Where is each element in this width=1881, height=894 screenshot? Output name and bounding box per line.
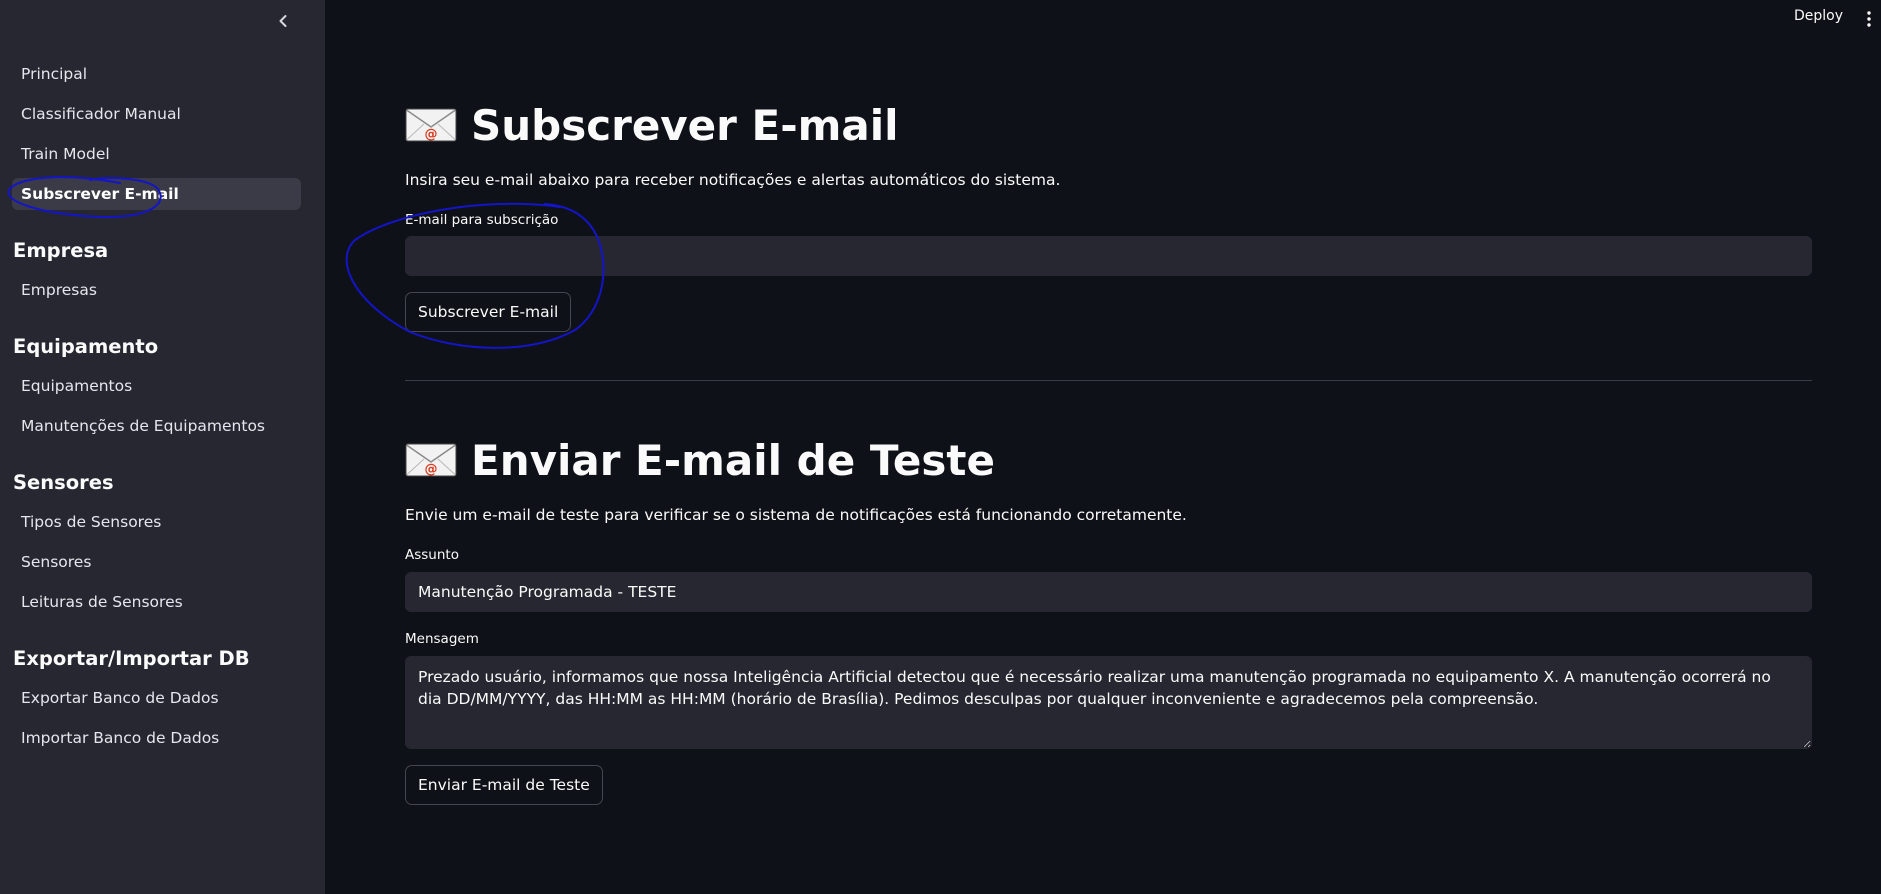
test-email-title-text: Enviar E-mail de Teste xyxy=(471,435,995,485)
sidebar-section-empresa: Empresa xyxy=(13,239,109,262)
sidebar-item-label: Leituras de Sensores xyxy=(21,593,183,611)
sidebar-item-label: Exportar Banco de Dados xyxy=(21,689,219,707)
test-email-title: @ Enviar E-mail de Teste xyxy=(405,433,995,487)
subject-field[interactable] xyxy=(405,572,1812,612)
sidebar-item-label: Importar Banco de Dados xyxy=(21,729,220,747)
message-field-label: Mensagem xyxy=(405,631,479,647)
subscribe-title-text: Subscrever E-mail xyxy=(471,100,899,150)
sidebar-item-train-model[interactable]: Train Model xyxy=(12,138,301,170)
sidebar-item-leituras-de-sensores[interactable]: Leituras de Sensores xyxy=(12,586,301,618)
subscribe-description: Insira seu e-mail abaixo para receber no… xyxy=(405,171,1061,189)
message-field[interactable]: Prezado usuário, informamos que nossa In… xyxy=(405,656,1812,749)
section-divider xyxy=(405,380,1812,381)
kebab-menu-icon xyxy=(1867,11,1871,27)
sidebar-item-label: Manutenções de Equipamentos xyxy=(21,417,265,435)
collapse-sidebar-button[interactable] xyxy=(272,10,294,32)
sidebar-item-label: Classificador Manual xyxy=(21,105,181,123)
send-test-email-button[interactable]: Enviar E-mail de Teste xyxy=(405,765,603,805)
deploy-button[interactable]: Deploy xyxy=(1794,8,1843,24)
sidebar-item-label: Tipos de Sensores xyxy=(21,513,162,531)
email-field-label: E-mail para subscrição xyxy=(405,212,559,228)
sidebar-item-exportar-banco-de-dados[interactable]: Exportar Banco de Dados xyxy=(12,682,301,714)
sidebar-item-subscrever-email[interactable]: Subscrever E-mail xyxy=(12,178,301,210)
sidebar-item-classificador-manual[interactable]: Classificador Manual xyxy=(12,98,301,130)
sidebar-item-label: Empresas xyxy=(21,281,97,299)
email-field[interactable] xyxy=(405,236,1812,276)
sidebar-item-label: Train Model xyxy=(21,145,110,163)
sidebar-item-sensores[interactable]: Sensores xyxy=(12,546,301,578)
sidebar-item-importar-banco-de-dados[interactable]: Importar Banco de Dados xyxy=(12,722,301,754)
sidebar-section-exportar-importar-db: Exportar/Importar DB xyxy=(13,647,250,670)
envelope-icon: @ xyxy=(405,440,457,480)
sidebar-item-principal[interactable]: Principal xyxy=(12,58,301,90)
sidebar-item-label: Sensores xyxy=(21,553,92,571)
sidebar-section-sensores: Sensores xyxy=(13,471,114,494)
subscribe-email-button[interactable]: Subscrever E-mail xyxy=(405,292,572,332)
sidebar-item-label: Subscrever E-mail xyxy=(21,185,179,203)
sidebar-item-empresas[interactable]: Empresas xyxy=(12,274,301,306)
chevron-left-icon xyxy=(279,15,287,27)
svg-text:@: @ xyxy=(425,127,438,142)
sidebar-item-label: Principal xyxy=(21,65,88,83)
sidebar: Principal Classificador Manual Train Mod… xyxy=(0,0,325,894)
test-email-description: Envie um e-mail de teste para verificar … xyxy=(405,506,1187,524)
subscribe-title: @ Subscrever E-mail xyxy=(405,98,899,152)
sidebar-item-label: Equipamentos xyxy=(21,377,133,395)
main-menu-button[interactable] xyxy=(1864,9,1874,29)
svg-text:@: @ xyxy=(425,462,438,477)
sidebar-item-tipos-de-sensores[interactable]: Tipos de Sensores xyxy=(12,506,301,538)
subject-field-label: Assunto xyxy=(405,547,459,563)
app: Principal Classificador Manual Train Mod… xyxy=(0,0,1881,894)
sidebar-section-equipamento: Equipamento xyxy=(13,335,159,358)
envelope-icon: @ xyxy=(405,105,457,145)
sidebar-item-equipamentos[interactable]: Equipamentos xyxy=(12,370,301,402)
sidebar-item-manutencoes-de-equipamentos[interactable]: Manutenções de Equipamentos xyxy=(12,410,301,442)
